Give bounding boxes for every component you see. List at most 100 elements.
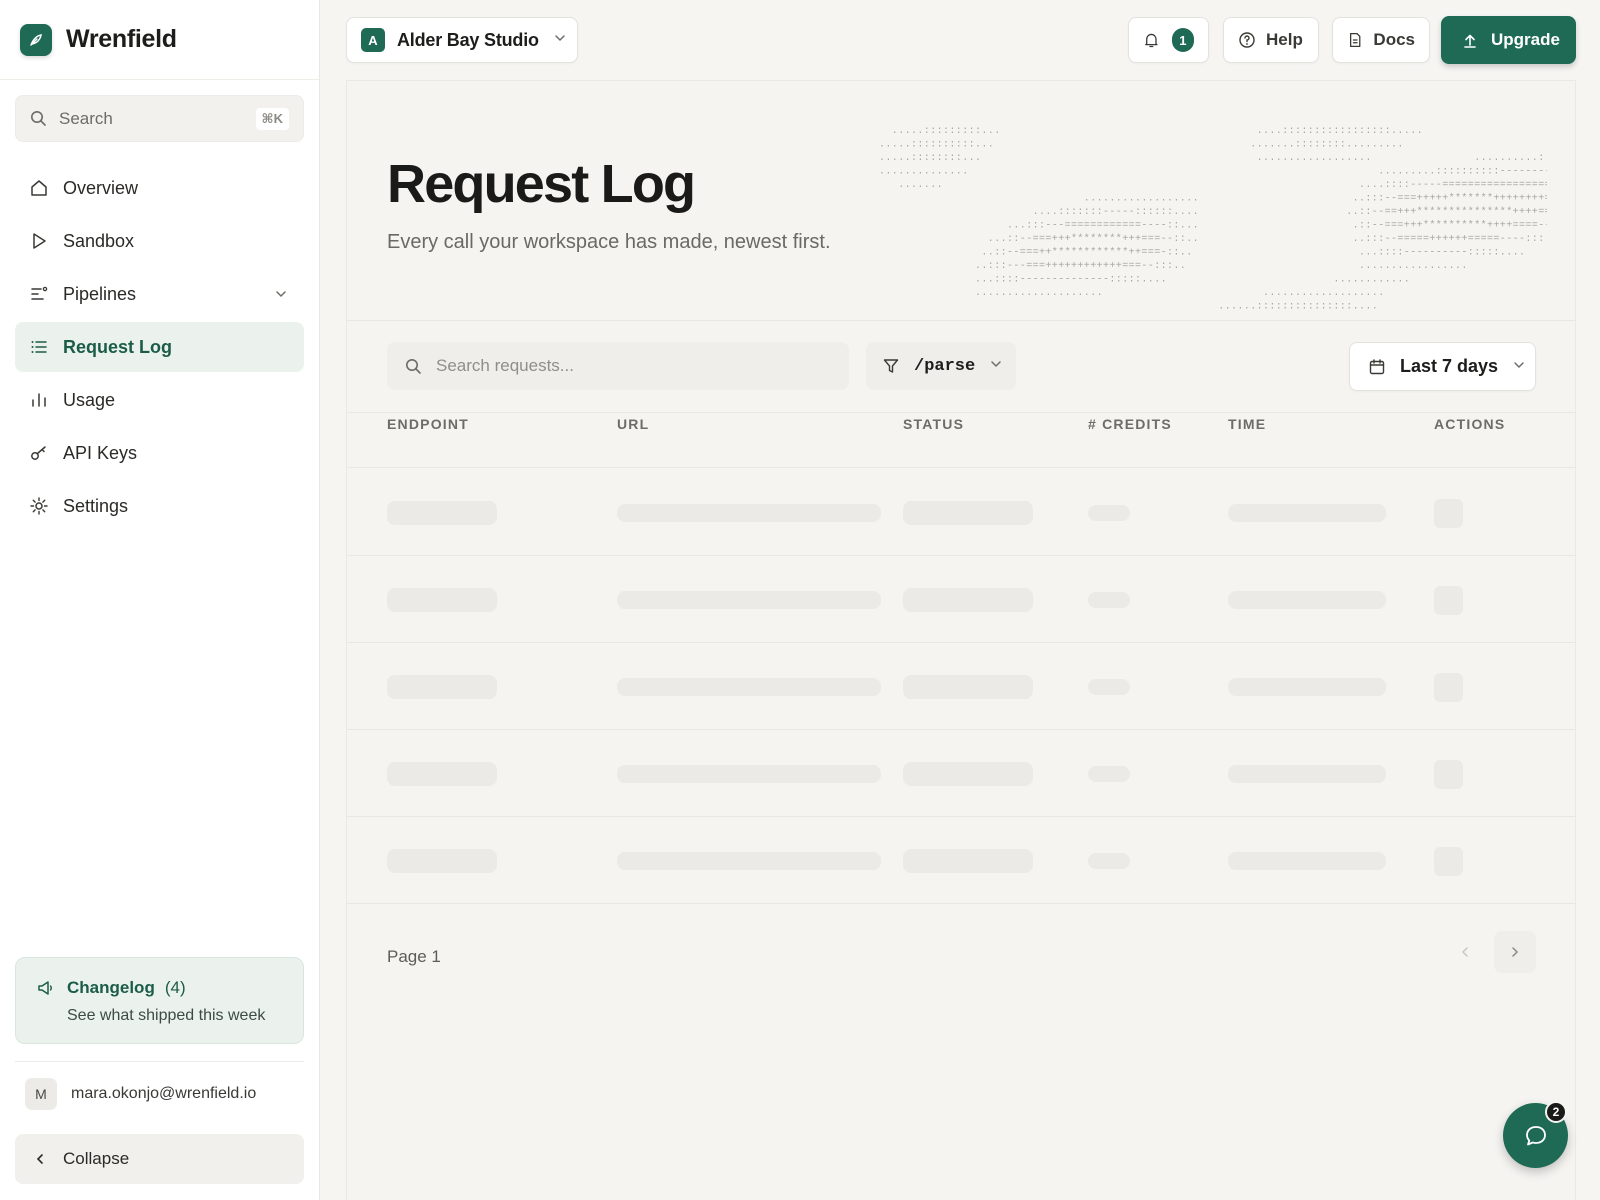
- svg-text::: :: [1493, 248, 1499, 259]
- svg-text:=: =: [1481, 180, 1487, 191]
- svg-text:.: .: [1417, 261, 1423, 272]
- svg-text::: :: [1327, 126, 1333, 137]
- svg-text::: :: [1173, 248, 1179, 259]
- svg-text::: :: [1301, 126, 1307, 137]
- user-account[interactable]: M mara.okonjo@wrenfield.io: [25, 1078, 256, 1110]
- svg-text:+: +: [1045, 248, 1051, 259]
- svg-text:.: .: [1353, 288, 1359, 299]
- svg-text:+: +: [1461, 234, 1467, 245]
- svg-text:=: =: [1532, 221, 1538, 232]
- endpoint-filter[interactable]: /parse: [866, 342, 1016, 390]
- sidebar-item-api-keys[interactable]: API Keys: [15, 428, 304, 478]
- svg-text:.: .: [1378, 288, 1384, 299]
- svg-text::: :: [1090, 207, 1096, 218]
- help-button[interactable]: Help: [1223, 17, 1319, 63]
- svg-text::: :: [1263, 302, 1269, 312]
- svg-text:*: *: [1487, 206, 1493, 218]
- svg-text:.: .: [1391, 167, 1397, 178]
- collapse-button[interactable]: Collapse: [15, 1134, 304, 1184]
- svg-text:+: +: [1058, 261, 1064, 272]
- svg-text::: :: [1173, 221, 1179, 232]
- svg-text:*: *: [1449, 193, 1455, 205]
- svg-text:+: +: [1506, 221, 1512, 232]
- sidebar-item-settings[interactable]: Settings: [15, 481, 304, 531]
- column-header-time[interactable]: TIME: [1228, 416, 1266, 432]
- svg-text::: :: [1071, 207, 1077, 218]
- docs-button[interactable]: Docs: [1332, 17, 1430, 63]
- table-row: [347, 643, 1575, 730]
- svg-text:-: -: [1545, 221, 1547, 232]
- sidebar-item-pipelines[interactable]: Pipelines: [15, 269, 304, 319]
- svg-text:.: .: [981, 126, 987, 137]
- svg-text::: :: [1161, 207, 1167, 218]
- svg-text:-: -: [1161, 248, 1167, 259]
- svg-text:+: +: [1065, 261, 1071, 272]
- request-search[interactable]: [387, 342, 849, 390]
- play-icon: [29, 231, 49, 251]
- svg-text:.: .: [1346, 207, 1352, 218]
- svg-text::: :: [1282, 126, 1288, 137]
- svg-text::: :: [1391, 248, 1397, 259]
- sidebar-item-overview[interactable]: Overview: [15, 163, 304, 213]
- sidebar-item-usage[interactable]: Usage: [15, 375, 304, 425]
- svg-text::: :: [1084, 207, 1090, 218]
- column-header-status[interactable]: STATUS: [903, 416, 964, 432]
- column-header-url[interactable]: URL: [617, 416, 649, 432]
- svg-text:-: -: [1500, 234, 1506, 245]
- svg-text:+: +: [1052, 261, 1058, 272]
- chevron-down-icon[interactable]: [274, 285, 288, 306]
- svg-text:+: +: [1500, 194, 1506, 205]
- svg-text::: :: [1340, 126, 1346, 137]
- next-page-button[interactable]: [1494, 931, 1536, 973]
- column-header-credits[interactable]: # CREDITS: [1088, 416, 1172, 432]
- chat-unread-badge: 2: [1545, 1101, 1567, 1123]
- changelog-card[interactable]: Changelog (4) See what shipped this week: [15, 957, 304, 1044]
- svg-text:-: -: [1084, 275, 1090, 286]
- table-toolbar: /parse Last 7 days: [347, 322, 1575, 413]
- key-icon: [29, 443, 49, 463]
- svg-text:.: .: [975, 153, 981, 164]
- svg-text:.: .: [892, 167, 898, 178]
- svg-text::: :: [1481, 248, 1487, 259]
- svg-text:.: .: [1455, 261, 1461, 272]
- svg-text:=: =: [1449, 180, 1455, 191]
- workspace-switcher[interactable]: A Alder Bay Studio: [346, 17, 578, 63]
- sidebar-item-sandbox[interactable]: Sandbox: [15, 216, 304, 266]
- svg-text:.: .: [1141, 194, 1147, 205]
- svg-text:=: =: [1513, 180, 1519, 191]
- sidebar-item-request-log[interactable]: Request Log: [15, 322, 304, 372]
- svg-text:-: -: [1545, 167, 1547, 178]
- svg-text:+: +: [1493, 221, 1499, 232]
- svg-text::: :: [975, 126, 981, 137]
- svg-text:-: -: [1103, 207, 1109, 218]
- svg-text:.: .: [1276, 288, 1282, 299]
- date-range-picker[interactable]: Last 7 days: [1349, 342, 1536, 391]
- svg-text::: :: [1167, 248, 1173, 259]
- svg-text:-: -: [1506, 167, 1512, 178]
- skeleton-url: [617, 852, 881, 870]
- column-header-endpoint[interactable]: ENDPOINT: [387, 416, 469, 432]
- svg-text:.: .: [988, 126, 994, 137]
- svg-text:+: +: [1532, 194, 1538, 205]
- sidebar-search[interactable]: Search ⌘K: [15, 95, 304, 142]
- svg-text:.: .: [988, 288, 994, 299]
- svg-text:.: .: [1263, 288, 1269, 299]
- search-label: Search: [59, 108, 113, 128]
- svg-text:+: +: [1129, 248, 1135, 259]
- svg-text:-: -: [1410, 248, 1416, 259]
- svg-text:+: +: [1436, 234, 1442, 245]
- previous-page-button[interactable]: [1444, 931, 1486, 973]
- svg-text:.: .: [1193, 207, 1199, 218]
- chevron-left-icon: [36, 1154, 43, 1164]
- svg-text:-: -: [1513, 167, 1519, 178]
- svg-text:.: .: [1161, 194, 1167, 205]
- notifications-button[interactable]: 1: [1128, 17, 1209, 63]
- upgrade-button[interactable]: Upgrade: [1441, 16, 1576, 64]
- svg-text::: :: [911, 153, 917, 164]
- svg-text:.: .: [1065, 288, 1071, 299]
- request-search-input[interactable]: [436, 356, 816, 376]
- brand[interactable]: Wrenfield: [0, 0, 319, 80]
- svg-text:.: .: [1372, 140, 1378, 151]
- svg-text:-: -: [1039, 275, 1045, 286]
- svg-text:*: *: [1122, 247, 1128, 259]
